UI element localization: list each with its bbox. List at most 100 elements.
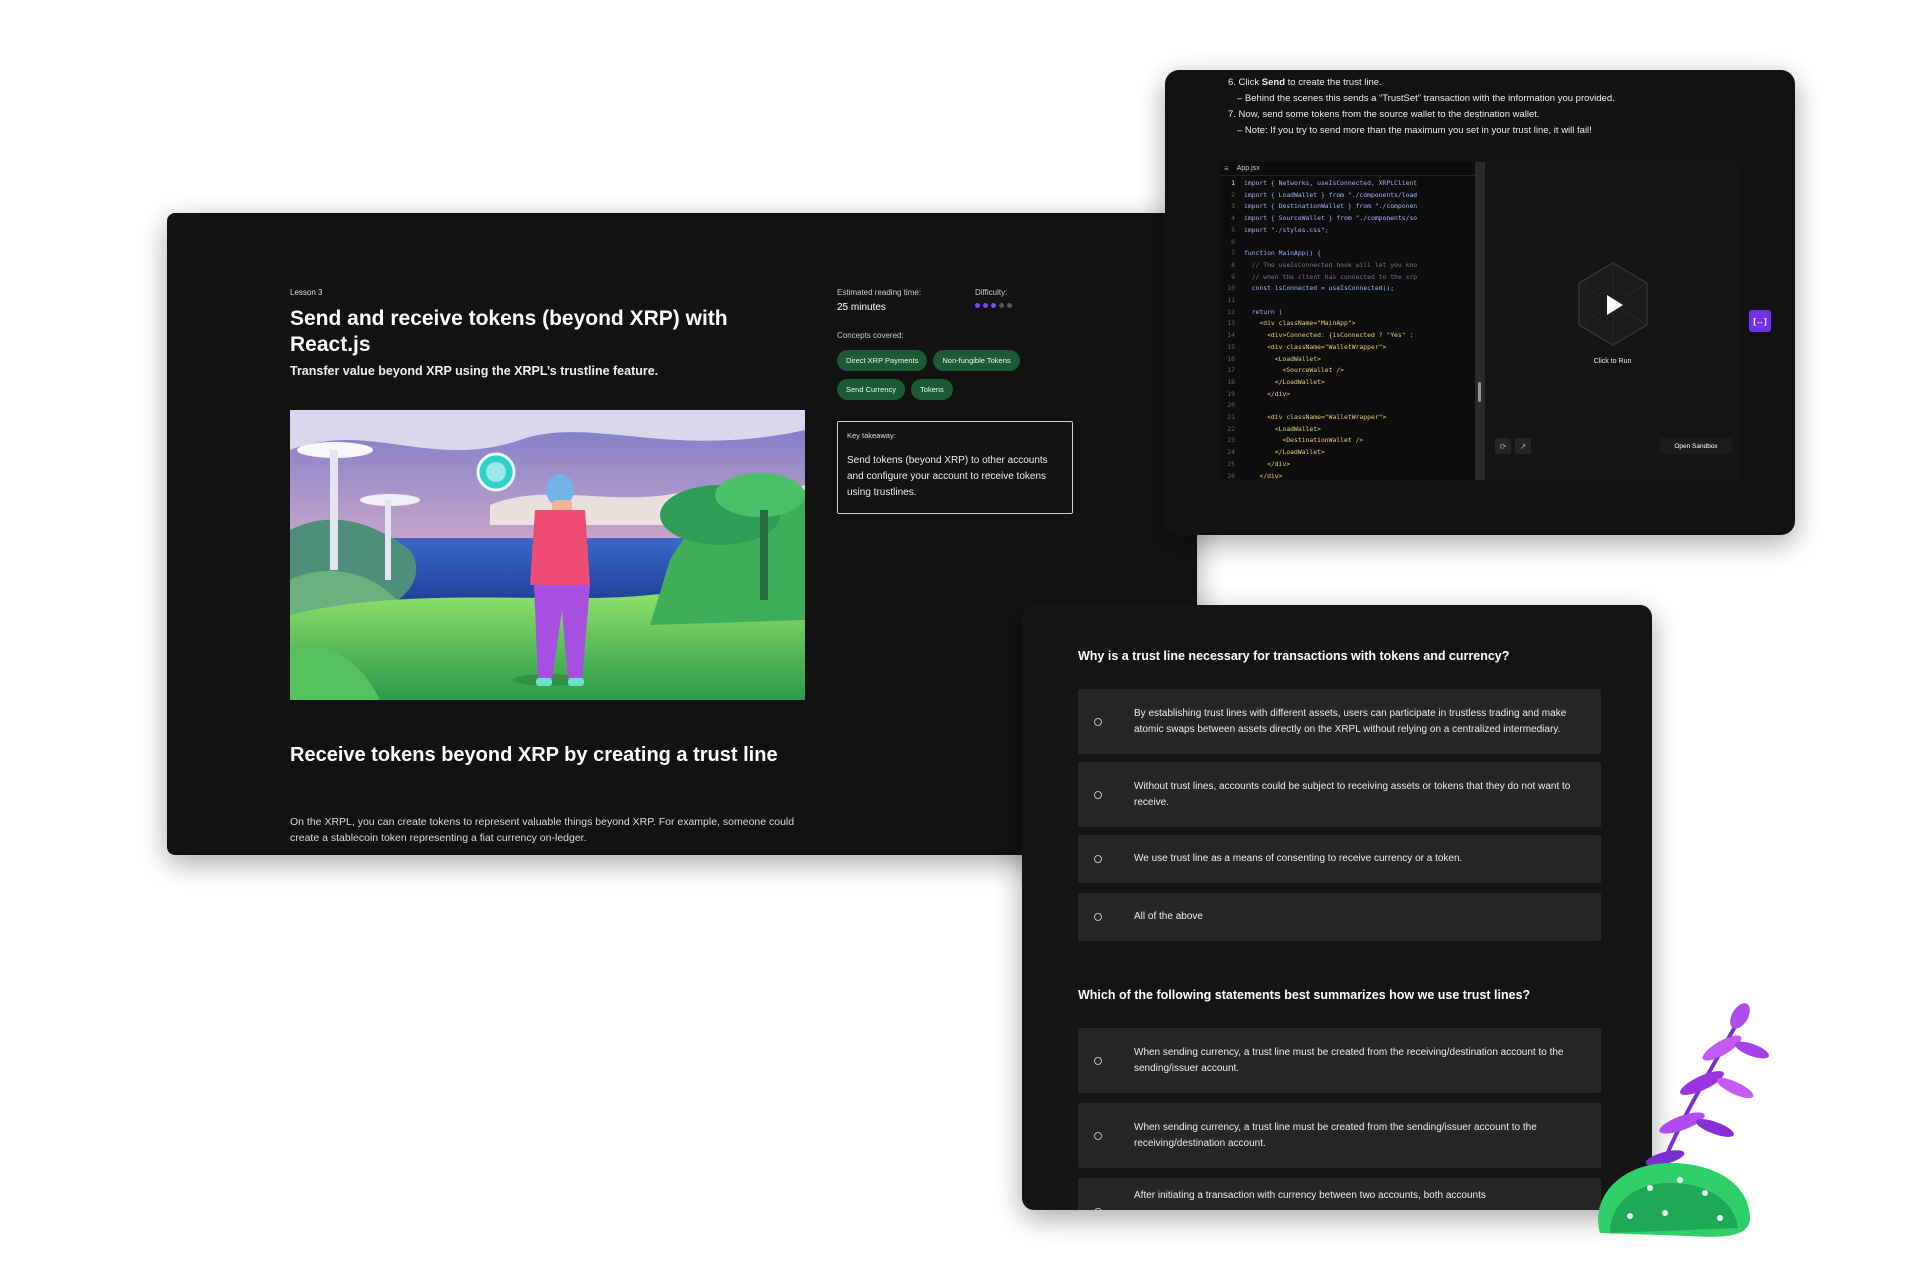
question-1: Why is a trust line necessary for transa… [1078, 649, 1510, 663]
line-number: 16 [1227, 354, 1235, 363]
code-text: // The useIsConnected hook will let you … [1244, 260, 1418, 269]
line-number: 6 [1231, 237, 1235, 246]
play-icon [1578, 262, 1648, 346]
code-text: <div className="MainApp"> [1244, 319, 1356, 328]
concept-tag-send-currency[interactable]: Send Currency [837, 379, 906, 400]
hero-illustration [290, 410, 805, 700]
radio-button[interactable] [1094, 1208, 1102, 1210]
concept-tag-direct-xrp-payments[interactable]: Direct XRP Payments [837, 350, 928, 371]
key-takeaway-label: Key takeaway: [847, 431, 896, 440]
code-line: 8 // The useIsConnected hook will let yo… [1220, 260, 1475, 272]
editor-scrollbar[interactable] [1475, 162, 1485, 480]
code-text: function MainApp() { [1244, 249, 1321, 258]
open-sandbox-button[interactable]: Open Sandbox [1660, 438, 1732, 454]
code-line: 12 return ( [1220, 307, 1475, 319]
line-number: 3 [1231, 202, 1235, 211]
scroll-thumb[interactable] [1478, 382, 1481, 402]
plant-decoration [1590, 988, 1790, 1238]
step-7: 7. Now, send some tokens from the source… [1228, 109, 1540, 120]
code-line: 2 import { LoadWallet } from "./component… [1220, 190, 1475, 202]
code-line: 7 function MainApp() { [1220, 248, 1475, 260]
refresh-icon[interactable]: ⟳ [1495, 438, 1511, 454]
line-number: 2 [1231, 190, 1235, 199]
code-line: 20 [1220, 400, 1475, 412]
line-number: 14 [1227, 331, 1235, 340]
external-link-icon[interactable]: ↗ [1515, 438, 1531, 454]
difficulty-dot [1007, 303, 1012, 308]
question-2: Which of the following statements best s… [1078, 988, 1531, 1002]
line-number: 21 [1227, 413, 1235, 422]
difficulty-label: Difficulty: [975, 288, 1008, 297]
code-lines: 1 import { Networks, useIsConnected, XRPL… [1220, 176, 1475, 480]
radio-button[interactable] [1094, 1131, 1102, 1140]
lesson-subtitle: Transfer value beyond XRP using the XRPL… [290, 364, 659, 378]
answer-option[interactable]: By establishing trust lines with differe… [1078, 689, 1601, 754]
code-text: <div>Connected: {isConnected ? "Yes" : [1244, 331, 1414, 340]
code-text: <LoadWallet> [1244, 354, 1321, 363]
code-line: 1 import { Networks, useIsConnected, XRPL… [1220, 178, 1475, 190]
lesson-title: Send and receive tokens (beyond XRP) wit… [290, 307, 728, 356]
code-editor[interactable]: ≡ App.jsx 1 import { Networks, useIsConne… [1220, 162, 1475, 480]
answer-option[interactable]: We use trust line as a means of consenti… [1078, 835, 1601, 883]
option-text: When sending currency, a trust line must… [1134, 1046, 1564, 1074]
menu-icon[interactable]: ≡ [1224, 164, 1229, 173]
code-text: import { DestinationWallet } from "./com… [1244, 202, 1418, 211]
difficulty-dot [975, 303, 980, 308]
preview-toolbar: ⟳ ↗ [1495, 438, 1531, 454]
code-text: import { Networks, useIsConnected, XRPLC… [1244, 179, 1418, 187]
radio-button[interactable] [1094, 913, 1102, 921]
code-line: 5 import "./styles.css"; [1220, 225, 1475, 237]
code-text: <div className="WalletWrapper"> [1244, 342, 1387, 351]
expand-icon[interactable]: [↔] [1749, 310, 1771, 332]
code-text: const isConnected = useIsConnected(); [1244, 284, 1395, 293]
concept-tag-non-fungible-tokens[interactable]: Non-fungible Tokens [933, 350, 1020, 371]
code-line: 19 </div> [1220, 389, 1475, 401]
concept-tags: Direct XRP Payments Non-fungible Tokens … [837, 350, 1087, 400]
code-line: 10 const isConnected = useIsConnected(); [1220, 283, 1475, 295]
quiz-window: Why is a trust line necessary for transa… [1022, 605, 1652, 1210]
option-text: Without trust lines, accounts could be s… [1134, 780, 1571, 808]
answer-option[interactable]: Without trust lines, accounts could be s… [1078, 762, 1601, 827]
answer-option[interactable]: When sending currency, a trust line must… [1078, 1103, 1601, 1168]
radio-button[interactable] [1094, 1056, 1102, 1065]
code-text: </div> [1244, 459, 1291, 468]
file-tab[interactable]: App.jsx [1237, 165, 1260, 172]
code-line: 21 <div className="WalletWrapper"> [1220, 412, 1475, 424]
code-text: import { LoadWallet } from "./components… [1244, 190, 1418, 199]
line-number: 18 [1227, 377, 1235, 386]
code-text: </LoadWallet> [1244, 448, 1325, 457]
line-number: 10 [1227, 284, 1235, 293]
code-line: 3 import { DestinationWallet } from "./co… [1220, 201, 1475, 213]
concepts-label: Concepts covered: [837, 331, 904, 340]
line-number: 4 [1231, 214, 1235, 223]
code-text: <DestinationWallet /> [1244, 436, 1364, 445]
line-number: 8 [1231, 260, 1235, 269]
concept-tag-tokens[interactable]: Tokens [911, 379, 953, 400]
code-text: <SourceWallet /> [1244, 366, 1345, 375]
answer-option[interactable]: When sending currency, a trust line must… [1078, 1028, 1601, 1093]
code-text: <LoadWallet> [1244, 424, 1321, 433]
line-number: 12 [1227, 307, 1235, 316]
code-line: 22 <LoadWallet> [1220, 424, 1475, 436]
code-line: 23 <DestinationWallet /> [1220, 435, 1475, 447]
preview-pane: Click to Run ⟳ ↗ Open Sandbox [1485, 162, 1740, 480]
code-line: 15 <div className="WalletWrapper"> [1220, 342, 1475, 354]
option-text: After initiating a transaction with curr… [1134, 1190, 1486, 1201]
answer-option[interactable]: After initiating a transaction with curr… [1078, 1178, 1601, 1210]
line-number: 9 [1231, 272, 1235, 281]
radio-button[interactable] [1094, 790, 1102, 799]
code-sandbox-window: 6. Click Send to create the trust line. … [1165, 70, 1795, 535]
radio-button[interactable] [1094, 717, 1102, 726]
code-text: // when the client has connected to the … [1244, 272, 1418, 281]
line-number: 17 [1227, 366, 1235, 375]
lesson-number: Lesson 3 [290, 288, 323, 297]
section-body-text: On the XRPL, you can create tokens to re… [290, 816, 795, 844]
difficulty-meter [975, 303, 1012, 308]
radio-button[interactable] [1094, 855, 1102, 863]
code-line: 9 // when the client has connected to th… [1220, 272, 1475, 284]
step-7-note: – Note: If you try to send more than the… [1237, 125, 1592, 136]
run-button[interactable] [1577, 261, 1649, 352]
answer-option[interactable]: All of the above [1078, 893, 1601, 941]
line-number: 20 [1227, 401, 1235, 410]
code-line: 11 [1220, 295, 1475, 307]
